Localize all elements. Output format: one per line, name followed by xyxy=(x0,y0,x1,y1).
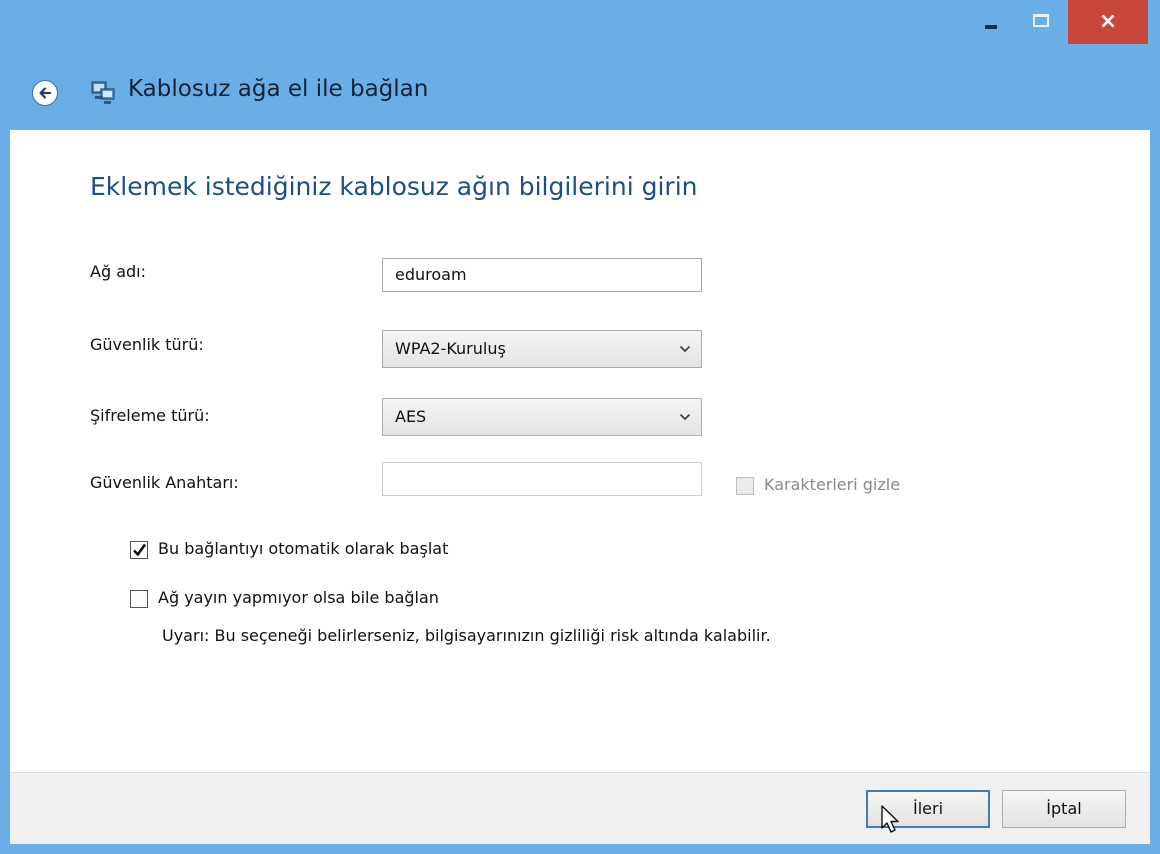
close-icon: × xyxy=(1098,9,1118,34)
dialog-window: × Kablosuz ağa el ile bağlan Eklemek ist… xyxy=(0,0,1160,854)
hide-characters-label: Karakterleri gizle xyxy=(764,475,901,494)
back-arrow-icon xyxy=(39,87,52,99)
security-type-value: WPA2-Kuruluş xyxy=(395,339,506,358)
warning-text: Uyarı: Bu seçeneği belirlerseniz, bilgis… xyxy=(162,626,771,645)
security-type-select[interactable]: WPA2-Kuruluş xyxy=(382,330,702,368)
security-type-label: Güvenlik türü: xyxy=(90,335,204,354)
window-title: Kablosuz ağa el ile bağlan xyxy=(128,76,429,102)
maximize-button[interactable] xyxy=(1018,0,1064,40)
encryption-type-label: Şifreleme türü: xyxy=(90,406,210,425)
page-heading: Eklemek istediğiniz kablosuz ağın bilgil… xyxy=(90,172,698,201)
chevron-down-icon xyxy=(679,413,691,421)
encryption-type-select[interactable]: AES xyxy=(382,398,702,436)
auto-connect-checkbox[interactable] xyxy=(130,541,148,559)
maximize-icon xyxy=(1033,13,1049,27)
back-button[interactable] xyxy=(32,80,58,106)
chevron-down-icon xyxy=(679,345,691,353)
checkmark-icon xyxy=(133,543,147,556)
content-panel xyxy=(10,130,1150,772)
connect-hidden-label: Ağ yayın yapmıyor olsa bile bağlan xyxy=(158,588,439,607)
minimize-button[interactable] xyxy=(968,0,1014,40)
auto-connect-label: Bu bağlantıyı otomatik olarak başlat xyxy=(158,539,449,558)
encryption-type-value: AES xyxy=(395,407,427,426)
hide-characters-checkbox[interactable] xyxy=(736,477,754,495)
mouse-cursor-icon xyxy=(881,805,899,833)
connect-hidden-checkbox[interactable] xyxy=(130,590,148,608)
network-name-input[interactable]: eduroam xyxy=(382,258,702,292)
network-name-label: Ağ adı: xyxy=(90,262,146,281)
minimize-icon xyxy=(985,25,997,29)
security-key-input[interactable] xyxy=(382,462,702,496)
close-button[interactable]: × xyxy=(1068,0,1148,44)
network-icon xyxy=(91,81,115,104)
cancel-button[interactable]: İptal xyxy=(1002,790,1126,828)
security-key-label: Güvenlik Anahtarı: xyxy=(90,473,239,492)
